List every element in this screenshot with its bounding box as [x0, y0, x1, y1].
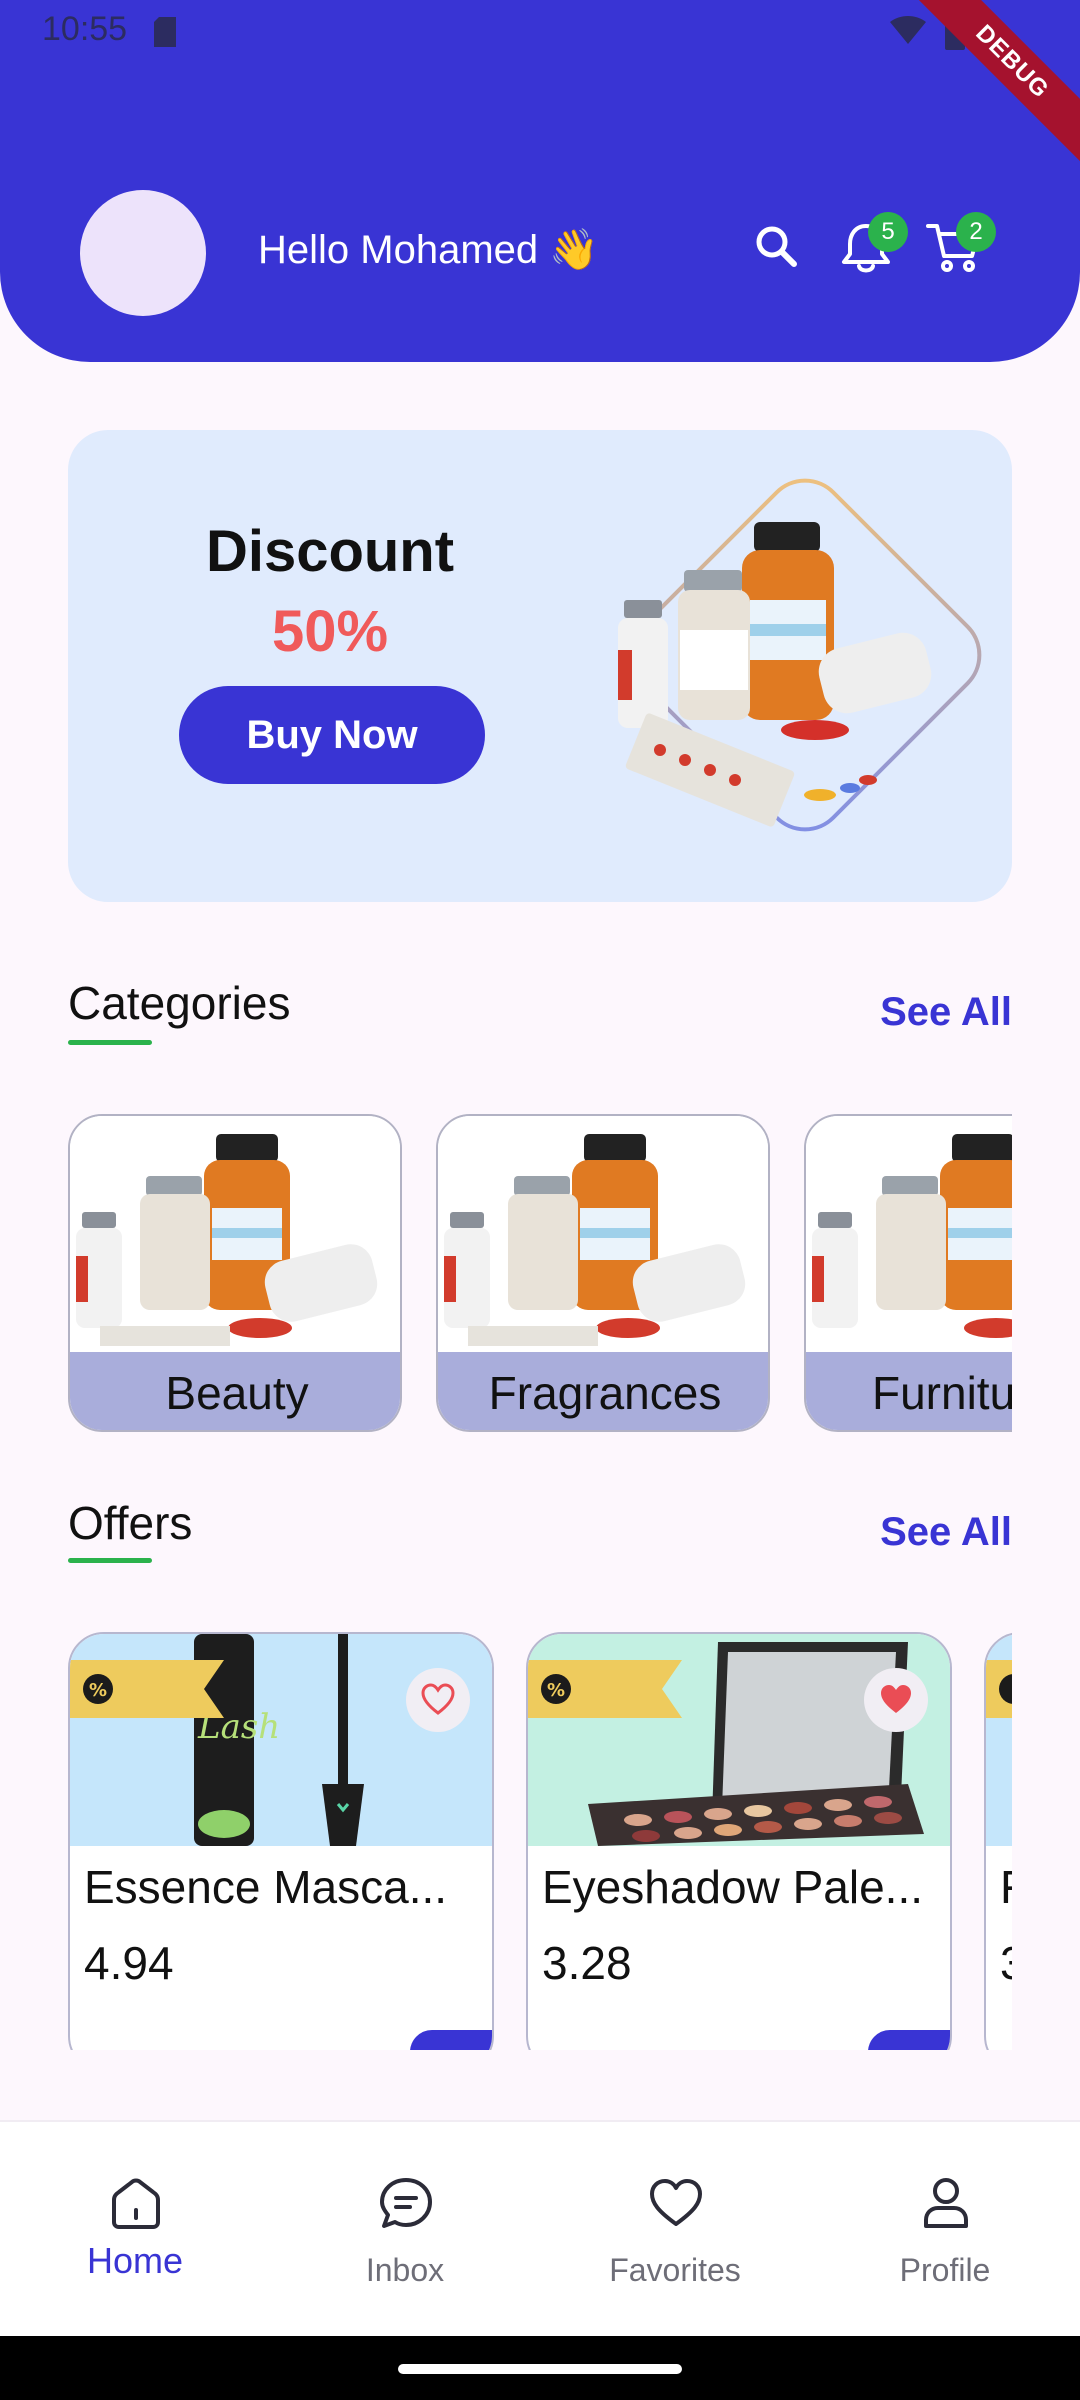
nav-label: Home: [86, 2240, 184, 2281]
favorite-button[interactable]: [406, 1668, 470, 1732]
offer-card[interactable]: % Eyeshadow Pale... 3.28: [526, 1632, 952, 2050]
offer-price: 3: [1000, 1936, 1012, 1990]
greeting-text: Hello Mohamed 👋: [258, 228, 600, 272]
offers-underline: [68, 1558, 152, 1563]
add-to-cart-button[interactable]: [410, 2030, 492, 2050]
home-gesture-handle[interactable]: [398, 2364, 682, 2374]
sd-card-icon: [154, 17, 176, 47]
nav-label: Inbox: [365, 2252, 445, 2288]
bottom-navigation: Home Inbox Favorites Profile: [0, 2120, 1080, 2336]
promo-banner[interactable]: Discount 50% Buy Now: [68, 430, 1012, 902]
home-icon: [112, 2178, 160, 2229]
wifi-icon: [890, 16, 926, 44]
svg-text:%: %: [547, 1680, 565, 1701]
chat-icon: [380, 2178, 432, 2228]
discount-tag: %: [70, 1660, 224, 1718]
offer-name: Eyeshadow Pale...: [542, 1861, 924, 1913]
avatar[interactable]: [80, 190, 206, 316]
category-label: Beauty: [70, 1352, 400, 1430]
category-label: Fragrances: [438, 1352, 768, 1430]
person-icon: [924, 2178, 968, 2228]
heart-filled-icon: [881, 1685, 911, 1713]
discount-tag: %: [528, 1660, 682, 1718]
offer-card[interactable]: F 3: [984, 1632, 1012, 2050]
category-card-fragrances[interactable]: Fragrances: [436, 1114, 770, 1432]
offer-name: F: [1000, 1860, 1012, 1914]
heart-icon: [650, 2179, 702, 2226]
system-gesture-bar: [0, 2336, 1080, 2400]
heart-outline-icon: [421, 1683, 455, 1715]
categories-see-all-link[interactable]: See All: [880, 990, 1012, 1035]
banner-title: Discount: [205, 519, 455, 584]
add-to-cart-button[interactable]: [868, 2030, 950, 2050]
offer-price: 3.28: [542, 1937, 632, 1989]
offer-price: 4.94: [84, 1937, 174, 1989]
nav-inbox[interactable]: Inbox: [270, 2122, 540, 2338]
categories-carousel[interactable]: Beauty Fragrances Furnitu: [68, 1114, 1012, 1434]
category-image: [438, 1116, 768, 1352]
status-bar: 10:55: [0, 0, 1080, 62]
category-card-beauty[interactable]: Beauty: [68, 1114, 402, 1432]
search-icon[interactable]: [748, 218, 808, 278]
category-image: [806, 1116, 1012, 1352]
buy-now-button[interactable]: Buy Now: [179, 686, 485, 784]
categories-title: Categories: [68, 977, 291, 1029]
discount-tag: [986, 1660, 1012, 1718]
cart-badge: 2: [956, 212, 996, 252]
nav-label: Profile: [899, 2252, 991, 2288]
notifications-badge: 5: [868, 212, 908, 252]
offer-name: Essence Masca...: [84, 1861, 448, 1913]
status-time: 10:55: [42, 10, 128, 48]
categories-underline: [68, 1040, 152, 1045]
offers-see-all-link[interactable]: See All: [880, 1510, 1012, 1555]
favorite-button[interactable]: [864, 1668, 928, 1732]
category-card-furniture[interactable]: Furnitu: [804, 1114, 1012, 1432]
offers-carousel[interactable]: Lash % Essence Masca... 4.94 % Eyeshadow…: [68, 1632, 1012, 2050]
offer-card[interactable]: Lash % Essence Masca... 4.94: [68, 1632, 494, 2050]
nav-home[interactable]: Home: [0, 2122, 270, 2338]
nav-label: Favorites: [609, 2252, 741, 2288]
category-image: [70, 1116, 400, 1352]
banner-percent: 50%: [271, 599, 389, 664]
svg-text:%: %: [89, 1680, 107, 1701]
medicine-illustration: [618, 478, 982, 832]
nav-favorites[interactable]: Favorites: [540, 2122, 810, 2338]
category-label: Furnitu: [806, 1352, 1012, 1430]
offers-title: Offers: [68, 1497, 193, 1549]
nav-profile[interactable]: Profile: [810, 2122, 1080, 2338]
